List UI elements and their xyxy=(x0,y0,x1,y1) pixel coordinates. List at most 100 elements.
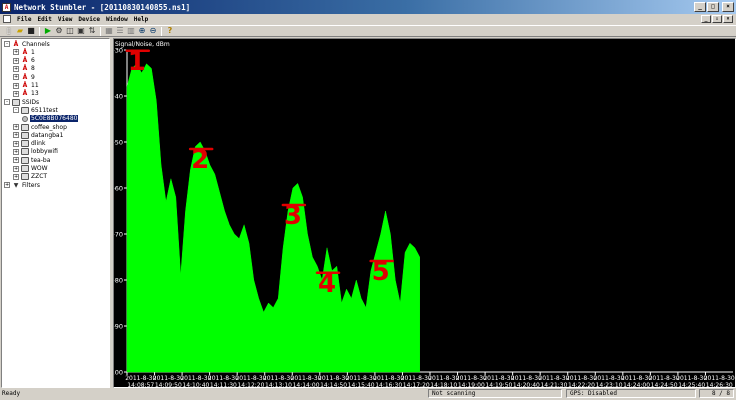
auto-configure-icon[interactable]: ⚙ xyxy=(54,26,64,36)
expand-icon[interactable]: + xyxy=(13,82,19,89)
channel-icon: Å xyxy=(22,73,28,81)
tree-item[interactable]: + WOW xyxy=(13,165,48,173)
document-icon[interactable] xyxy=(3,15,11,23)
status-text: Ready xyxy=(2,390,21,397)
signal-graph-icon[interactable]: ▥ xyxy=(126,26,136,36)
sort-icon[interactable]: ⇅ xyxy=(87,26,97,36)
tree-item[interactable]: + Å 11 xyxy=(13,82,39,90)
new-file-icon[interactable]: ▯ xyxy=(4,26,14,36)
signal-graph-pane: Signal/Noise, dBm-30-40-50-60-70-80-90-1… xyxy=(113,38,736,388)
expand-icon[interactable]: + xyxy=(13,165,19,172)
ssid-icon xyxy=(21,148,29,155)
channel-icon: Å xyxy=(22,90,28,98)
zoom-region-icon[interactable]: ◫ xyxy=(65,26,75,36)
y-tick-label: -70 xyxy=(114,231,123,239)
y-tick-label: -100 xyxy=(114,369,123,377)
status-bar: Ready Not scanning GPS: Disabled 8 / 8 xyxy=(0,388,736,400)
x-tick-date: 2011-8-30 xyxy=(649,375,680,382)
tree-item[interactable]: + Å 8 xyxy=(13,65,35,73)
menu-device[interactable]: Device xyxy=(75,16,103,23)
ssid-icon xyxy=(21,140,29,147)
annotation-label: 5 xyxy=(372,257,390,287)
expand-icon[interactable]: + xyxy=(13,49,19,56)
tree-item-label: datangba1 xyxy=(31,131,64,139)
close-icon[interactable]: × xyxy=(722,2,734,12)
menu-bar: File Edit View Device Window Help _ ▫ × xyxy=(0,14,736,24)
zoom-in-icon[interactable]: ⊕ xyxy=(137,26,147,36)
menu-view[interactable]: View xyxy=(55,16,75,23)
expand-icon[interactable]: + xyxy=(13,124,19,130)
menu-window[interactable]: Window xyxy=(103,16,131,23)
ap-count: 8 / 8 xyxy=(711,390,730,397)
tree-item-label: 6 xyxy=(31,57,35,65)
tree-item[interactable]: + tea-ba xyxy=(13,156,50,164)
tree-item[interactable]: - 6511test xyxy=(13,106,58,114)
tree-item[interactable]: + coffee_shop xyxy=(13,123,67,131)
annotation-label: 4 xyxy=(318,269,336,299)
expand-icon[interactable]: + xyxy=(4,182,10,189)
x-tick-date: 2011-8-30 xyxy=(346,375,377,382)
tree-view[interactable]: - Å Channels + Å 1 + Å 6 + Å 8 + Å 9 + Å 11 + Å 13- SSIDs -651… xyxy=(1,38,110,388)
tree-item[interactable]: + Å 6 xyxy=(13,57,35,65)
zoom-out-icon[interactable]: ⊖ xyxy=(148,26,158,36)
save-icon[interactable]: ■ xyxy=(26,26,36,36)
help-icon[interactable]: ? xyxy=(165,26,175,36)
tree-item[interactable]: - Å Channels xyxy=(4,40,50,48)
play-icon[interactable]: ▶ xyxy=(43,26,53,36)
expand-icon[interactable]: + xyxy=(13,148,19,155)
collapse-icon[interactable]: - xyxy=(4,99,10,106)
collapse-icon[interactable]: - xyxy=(4,41,10,47)
child-minimize-icon[interactable]: _ xyxy=(701,15,711,23)
tree-item[interactable]: + lobbywifi xyxy=(13,148,58,156)
expand-icon[interactable]: + xyxy=(13,140,19,147)
tree-item-label: 5C0E8B076480 xyxy=(30,115,79,123)
list-icon[interactable]: ☰ xyxy=(115,26,125,36)
expand-icon[interactable]: + xyxy=(13,57,19,64)
channel-icon: Å xyxy=(22,57,28,65)
x-tick-date: 2011-8-30 xyxy=(511,375,542,382)
channel-icon: Å xyxy=(13,40,19,48)
child-restore-icon[interactable]: ▫ xyxy=(712,15,722,23)
x-tick-date: 2011-8-30 xyxy=(428,375,459,382)
y-tick-label: -90 xyxy=(114,323,123,331)
gps-status-panel: GPS: Disabled xyxy=(566,389,696,398)
channel-icon: Å xyxy=(22,48,28,56)
tree-item-label: Channels xyxy=(22,40,50,48)
menu-file[interactable]: File xyxy=(14,16,34,23)
options-icon[interactable]: ▣ xyxy=(76,26,86,36)
annotation-label: 1 xyxy=(128,47,146,77)
expand-icon[interactable]: + xyxy=(13,90,19,97)
y-tick-label: -30 xyxy=(114,47,123,55)
grid-icon[interactable]: ▦ xyxy=(104,26,114,36)
tree-item[interactable]: + dlink xyxy=(13,140,45,148)
ssid-icon xyxy=(21,107,29,114)
tree-item[interactable]: + Å 9 xyxy=(13,73,35,81)
expand-icon[interactable]: + xyxy=(13,157,19,164)
minimize-icon[interactable]: _ xyxy=(694,2,706,12)
menu-edit[interactable]: Edit xyxy=(34,16,54,23)
annotation-label: 2 xyxy=(191,145,209,175)
tree-item[interactable]: - SSIDs xyxy=(4,98,39,106)
tree-item-label: dlink xyxy=(31,140,46,148)
tree-item[interactable]: + Å 13 xyxy=(13,90,39,98)
expand-icon[interactable]: + xyxy=(13,132,19,139)
collapse-icon[interactable]: - xyxy=(13,107,19,114)
tree-item[interactable]: + datangba1 xyxy=(13,131,63,139)
expand-icon[interactable]: + xyxy=(13,74,19,81)
tree-item[interactable]: + ZZCT xyxy=(13,173,47,181)
menu-help[interactable]: Help xyxy=(131,16,151,23)
child-close-icon[interactable]: × xyxy=(723,15,733,23)
tree-item[interactable]: 5C0E8B076480 xyxy=(22,115,79,123)
expand-icon[interactable]: + xyxy=(13,65,19,72)
tree-item-label: tea-ba xyxy=(31,156,51,164)
tree-item-label: Filters xyxy=(22,181,40,189)
netstumbler-app-icon[interactable]: A xyxy=(2,2,11,12)
ap-count-panel: 8 / 8 xyxy=(699,389,734,398)
maximize-icon[interactable]: □ xyxy=(707,2,719,12)
tree-item[interactable]: + ▼ Filters xyxy=(4,181,40,189)
x-tick-date: 2011-8-30 xyxy=(318,375,349,382)
tree-item[interactable]: + Å 1 xyxy=(13,48,35,56)
open-folder-icon[interactable]: ▰ xyxy=(15,26,25,36)
expand-icon[interactable]: + xyxy=(13,173,19,180)
channel-icon: Å xyxy=(22,65,28,73)
